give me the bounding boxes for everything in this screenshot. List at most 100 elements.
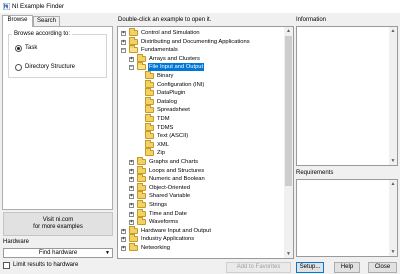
- tree-item-label: Loops and Structures: [149, 167, 205, 174]
- task-radio-label[interactable]: Task: [25, 45, 37, 52]
- expand-icon[interactable]: +: [129, 160, 134, 165]
- limit-results-checkbox[interactable]: [3, 262, 10, 269]
- tree-item[interactable]: XML: [118, 139, 283, 149]
- visit-ni-button[interactable]: Visit ni.com for more examples: [3, 212, 113, 236]
- visit-line-1: Visit ni.com: [42, 217, 74, 223]
- tree-item[interactable]: + Waveforms: [118, 217, 283, 226]
- folder-open-icon: [137, 62, 146, 71]
- expand-icon[interactable]: +: [129, 194, 134, 200]
- information-scrollbar[interactable]: [389, 27, 397, 165]
- tree-item-label: Configuration (INI): [157, 81, 205, 88]
- tree-item[interactable]: Text (ASCII): [118, 131, 283, 140]
- folder-icon: [145, 114, 154, 122]
- tab-search[interactable]: Search: [33, 16, 60, 26]
- folder-open-icon: [129, 45, 138, 54]
- tree-item-label: Hardware Input and Output: [141, 227, 211, 234]
- folder-icon: [137, 191, 146, 200]
- expand-icon[interactable]: +: [129, 177, 134, 183]
- scroll-down-arrow-icon[interactable]: ▼: [389, 157, 397, 165]
- folder-icon: [129, 36, 138, 45]
- window-title: NI Example Finder: [12, 3, 65, 10]
- tree-scrollbar-thumb[interactable]: [285, 36, 292, 186]
- tree-item-label: Numeric and Boolean: [149, 176, 205, 183]
- tree-item[interactable]: Binary: [118, 71, 283, 80]
- folder-icon: [137, 53, 146, 62]
- tree-item[interactable]: + Networking: [118, 243, 283, 252]
- expand-icon[interactable]: +: [129, 203, 134, 208]
- folder-icon: [129, 28, 138, 36]
- hardware-label: Hardware: [3, 239, 30, 245]
- requirements-scrollbar[interactable]: [389, 180, 397, 256]
- directory-structure-radio-label[interactable]: Directory Structure: [25, 64, 75, 71]
- tree-item-label: Object-Oriented: [149, 184, 190, 191]
- tree-item-label: Networking: [141, 245, 170, 251]
- tree-item[interactable]: TDMS: [118, 122, 283, 132]
- folder-icon: [145, 139, 154, 148]
- expand-icon[interactable]: +: [129, 56, 134, 62]
- tree-instructions: Double-click an example to open it.: [118, 17, 212, 23]
- tree-item-label: Graphs and Charts: [149, 159, 198, 165]
- tree-item-label: Control and Simulation: [141, 30, 200, 36]
- visit-line-2: for more examples: [33, 224, 83, 230]
- add-to-favorites-button[interactable]: Add to Favorites: [226, 262, 291, 273]
- expand-icon[interactable]: +: [121, 31, 126, 36]
- tree-item-label: Strings: [149, 202, 168, 208]
- browse-options-group: [8, 34, 107, 78]
- limit-results-label[interactable]: Limit results to hardware: [13, 262, 78, 269]
- folder-icon: [145, 148, 154, 157]
- expand-icon[interactable]: +: [121, 39, 126, 45]
- close-button[interactable]: Close: [368, 262, 397, 273]
- tree-item[interactable]: + Control and Simulation: [118, 28, 283, 37]
- scroll-up-arrow-icon[interactable]: ▲: [389, 27, 397, 35]
- tree-item[interactable]: TDM: [118, 114, 283, 123]
- scroll-down-arrow-icon[interactable]: ▼: [389, 248, 397, 256]
- task-radio[interactable]: [15, 45, 22, 52]
- hardware-select-value: Find hardware: [38, 250, 78, 256]
- folder-icon: [145, 122, 154, 131]
- expand-icon[interactable]: +: [129, 220, 134, 226]
- folder-icon: [145, 96, 154, 105]
- tree-item[interactable]: + Industry Applications: [118, 234, 283, 243]
- information-pane: ▲ ▼: [296, 26, 398, 166]
- tree-item[interactable]: Datalog: [118, 96, 283, 106]
- folder-icon: [145, 88, 154, 97]
- scroll-down-arrow-icon[interactable]: ▼: [284, 250, 293, 258]
- collapse-icon[interactable]: −: [121, 48, 126, 54]
- requirements-pane: ▲ ▼: [296, 179, 398, 257]
- expand-icon[interactable]: +: [129, 168, 134, 174]
- setup-button[interactable]: Setup...: [296, 262, 324, 273]
- tree-item-label: Time and Date: [149, 210, 187, 217]
- tree-item[interactable]: + Hardware Input and Output: [118, 225, 283, 235]
- hardware-select[interactable]: Find hardware ▼: [3, 248, 113, 258]
- tree-item-label: Spreadsheet: [157, 107, 190, 114]
- scroll-up-arrow-icon[interactable]: ▲: [284, 27, 293, 35]
- requirements-label: Requirements: [296, 170, 334, 176]
- scroll-up-arrow-icon[interactable]: ▲: [389, 180, 397, 188]
- directory-structure-radio[interactable]: [15, 64, 22, 71]
- expand-icon[interactable]: +: [121, 228, 126, 234]
- folder-icon: [145, 79, 154, 88]
- tab-browse[interactable]: Browse: [2, 15, 33, 27]
- tree-item-label: XML: [157, 141, 169, 148]
- browse-options-legend: Browse according to:: [12, 31, 73, 38]
- example-tree[interactable]: + Control and Simulation + Distributing and…: [117, 26, 294, 259]
- tree-item-label: File Input and Output: [148, 63, 205, 72]
- tree-item-label: Zip: [157, 150, 166, 157]
- tree-item-label: TDM: [157, 116, 170, 122]
- expand-icon[interactable]: +: [129, 211, 134, 217]
- information-label: Information: [296, 17, 327, 23]
- folder-icon: [137, 217, 146, 226]
- collapse-icon[interactable]: −: [129, 65, 134, 71]
- folder-icon: [129, 243, 138, 251]
- tree-item-label: Text (ASCII): [157, 133, 189, 140]
- tree-item[interactable]: DataPlugin: [118, 88, 283, 97]
- tree-item[interactable]: + Distributing and Documenting Applicatio…: [118, 36, 283, 46]
- expand-icon[interactable]: +: [129, 185, 134, 191]
- tree-item[interactable]: − File Input and Output: [118, 62, 283, 72]
- expand-icon[interactable]: +: [121, 237, 126, 243]
- tree-item[interactable]: Spreadsheet: [118, 105, 283, 114]
- help-button[interactable]: Help: [334, 262, 360, 273]
- tree-item-label: DataPlugin: [157, 90, 186, 97]
- tree-item[interactable]: Configuration (INI): [118, 79, 283, 89]
- expand-icon[interactable]: +: [121, 246, 126, 251]
